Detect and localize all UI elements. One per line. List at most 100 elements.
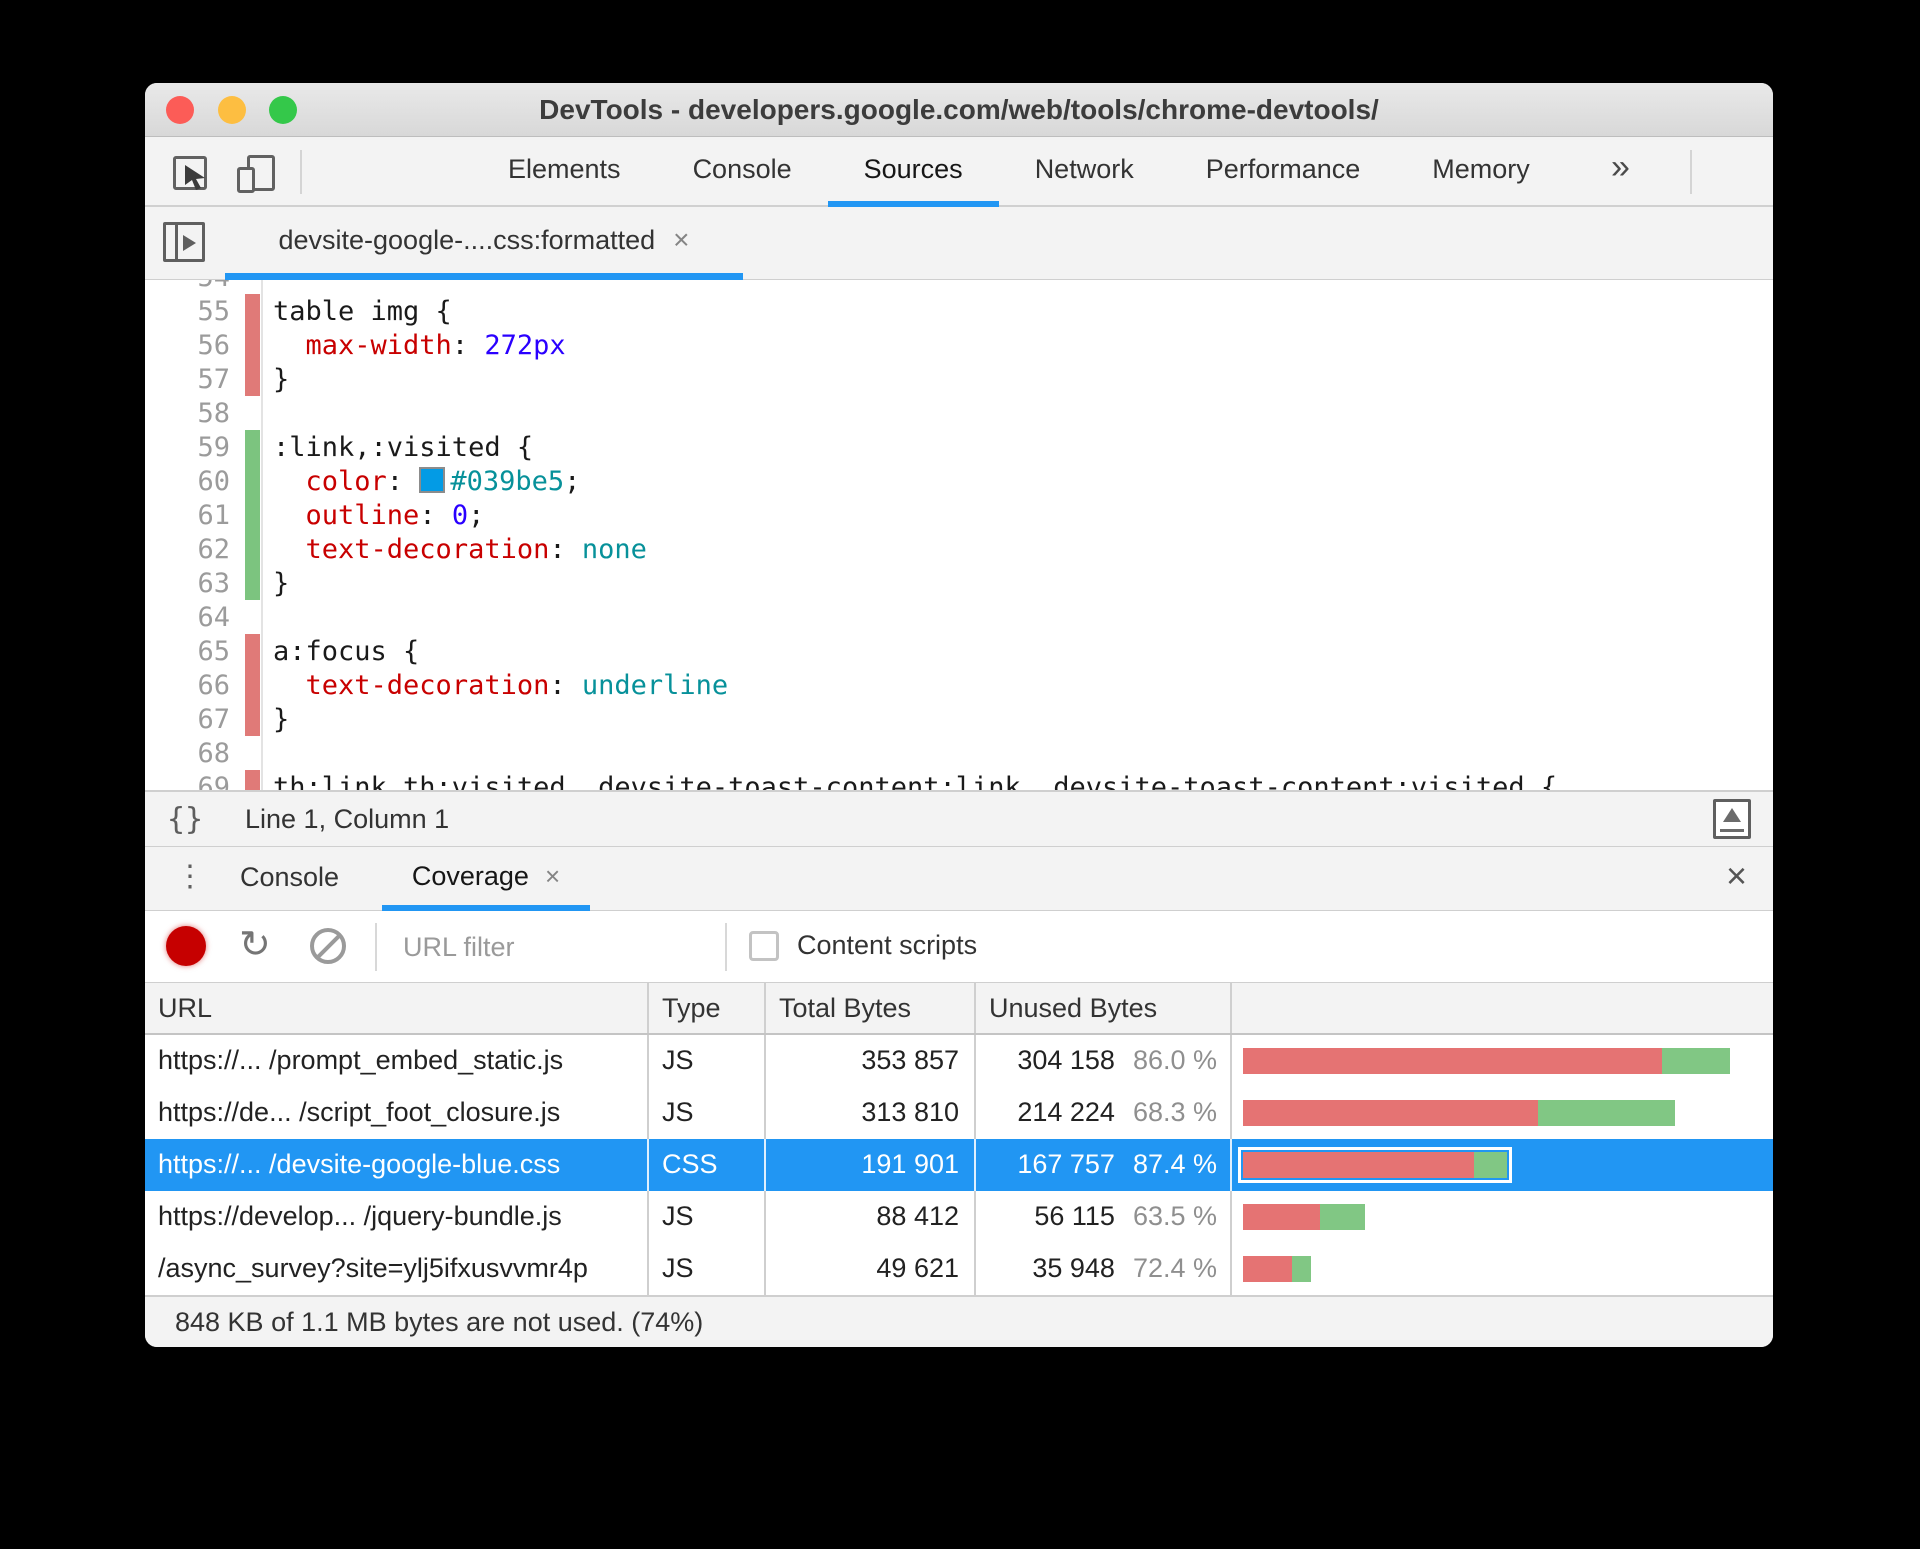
unused-bytes-cell: 304 158 86.0 %	[976, 1035, 1232, 1087]
drawer-menu-icon[interactable]: ⋮	[175, 847, 205, 907]
show-navigator-icon[interactable]	[163, 222, 205, 262]
column-header-type[interactable]: Type	[649, 983, 766, 1033]
coverage-marker-green	[245, 430, 260, 464]
coverage-marker-red	[245, 362, 260, 396]
source-editor[interactable]: 5455table img {56 max-width: 272px57}585…	[145, 280, 1773, 790]
unused-percent-value: 87.4 %	[1132, 1149, 1217, 1179]
tab-console[interactable]: Console	[657, 137, 828, 207]
drawer-close-icon[interactable]: ×	[1726, 847, 1747, 907]
code-line-68[interactable]: 68	[145, 736, 1773, 770]
toolbar-separator	[725, 923, 727, 971]
unused-bar-segment	[1243, 1100, 1538, 1126]
code-text: }	[273, 703, 290, 735]
file-tab-css-formatted[interactable]: devsite-google-....css:formatted ×	[225, 207, 743, 280]
color-swatch-icon[interactable]	[419, 466, 446, 493]
tab-sources[interactable]: Sources	[827, 137, 999, 207]
code-text: color: #039be5;	[305, 465, 581, 497]
used-bar-segment	[1320, 1204, 1365, 1230]
line-number: 55	[197, 295, 230, 327]
title-bar[interactable]: DevTools - developers.google.com/web/too…	[145, 83, 1773, 137]
content-scripts-checkbox[interactable]	[749, 931, 779, 961]
coverage-marker-none	[245, 600, 260, 634]
line-number: 66	[197, 669, 230, 701]
navigator-pane-shape	[175, 225, 178, 259]
url-cell: https://develop... /jquery-bundle.js	[145, 1191, 649, 1243]
url-cell: https://de... /script_foot_closure.js	[145, 1087, 649, 1139]
coverage-bar-cell	[1232, 1191, 1773, 1243]
code-text: }	[273, 567, 290, 599]
code-line-55[interactable]: 55 table img {	[145, 294, 1773, 328]
line-number: 57	[197, 363, 230, 395]
tab-network[interactable]: Network	[999, 137, 1170, 207]
column-header-unused-bytes[interactable]: Unused Bytes	[976, 983, 1232, 1033]
code-line-62[interactable]: 62 text-decoration: none	[145, 532, 1773, 566]
line-number: 64	[197, 601, 230, 633]
desktop-background: DevTools - developers.google.com/web/too…	[0, 0, 1920, 1549]
code-line-64[interactable]: 64	[145, 600, 1773, 634]
content-scripts-label: Content scripts	[797, 930, 978, 960]
coverage-marker-red	[245, 668, 260, 702]
column-header-url[interactable]: URL	[145, 983, 649, 1033]
editor-status-bar: {} Line 1, Column 1	[145, 790, 1773, 847]
coverage-toolbar: ↻ Content scripts	[145, 911, 1773, 983]
url-filter-input[interactable]	[403, 923, 703, 971]
code-line-61[interactable]: 61 outline: 0;	[145, 498, 1773, 532]
column-header-total-bytes[interactable]: Total Bytes	[766, 983, 976, 1033]
tab-elements[interactable]: Elements	[472, 137, 657, 207]
inspect-element-icon[interactable]	[171, 152, 213, 194]
unused-bytes-cell: 167 757 87.4 %	[976, 1139, 1232, 1191]
drawer-tab-coverage[interactable]: Coverage ×	[382, 847, 590, 911]
code-line-57[interactable]: 57}	[145, 362, 1773, 396]
toolbar-separator	[300, 150, 302, 194]
code-line-54[interactable]: 54	[145, 280, 1773, 294]
type-cell: JS	[649, 1191, 766, 1243]
coverage-bar-cell	[1232, 1035, 1773, 1087]
code-line-63[interactable]: 63}	[145, 566, 1773, 600]
code-lines: 5455table img {56 max-width: 272px57}585…	[145, 280, 1773, 790]
table-row[interactable]: https://develop... /jquery-bundle.js JS 88…	[145, 1191, 1773, 1243]
code-line-59[interactable]: 59:link,:visited {	[145, 430, 1773, 464]
code-line-60[interactable]: 60 color: #039be5;	[145, 464, 1773, 498]
more-panels-icon[interactable]: »	[1611, 137, 1630, 201]
tab-memory[interactable]: Memory	[1396, 137, 1566, 207]
coverage-bar	[1237, 1147, 1513, 1183]
used-bar-segment	[1473, 1152, 1508, 1178]
record-coverage-button[interactable]	[166, 926, 206, 966]
code-line-67[interactable]: 67}	[145, 702, 1773, 736]
coverage-tab-close-icon[interactable]: ×	[545, 861, 560, 892]
tab-performance[interactable]: Performance	[1170, 137, 1397, 207]
device-toolbar-icon[interactable]	[235, 152, 277, 194]
pretty-print-icon[interactable]: {}	[167, 792, 203, 847]
code-line-58[interactable]: 58	[145, 396, 1773, 430]
panel-toggle-icon[interactable]	[1713, 799, 1751, 839]
used-bar-segment	[1538, 1100, 1675, 1126]
table-row[interactable]: https://... /prompt_embed_static.js JS 353…	[145, 1035, 1773, 1087]
unused-percent-value: 72.4 %	[1132, 1253, 1217, 1283]
code-line-66[interactable]: 66 text-decoration: underline	[145, 668, 1773, 702]
coverage-bar-cell	[1232, 1139, 1773, 1191]
table-row[interactable]: /async_survey?site=ylj5ifxusvvmr4p JS 49 6…	[145, 1243, 1773, 1295]
drawer-tab-console[interactable]: Console	[240, 847, 339, 910]
reload-icon[interactable]: ↻	[239, 911, 271, 981]
table-row[interactable]: https://de... /script_foot_closure.js JS 3…	[145, 1087, 1773, 1139]
unused-bytes-cell: 56 115 63.5 %	[976, 1191, 1232, 1243]
panel-tabs: Elements Console Sources Network Performance…	[472, 137, 1566, 207]
line-number: 56	[197, 329, 230, 361]
cursor-position-text: Line 1, Column 1	[245, 804, 450, 834]
unused-bytes-value: 167 757	[1017, 1149, 1115, 1179]
total-bytes-cell: 191 901	[766, 1139, 976, 1191]
unused-percent-value: 63.5 %	[1132, 1201, 1217, 1231]
code-line-65[interactable]: 65 a:focus {	[145, 634, 1773, 668]
code-text: text-decoration: none	[305, 533, 647, 565]
toolbar-separator	[375, 923, 377, 971]
type-cell: JS	[649, 1243, 766, 1295]
file-tab-close-icon[interactable]: ×	[673, 224, 689, 256]
coverage-table-header: URL Type Total Bytes Unused Bytes	[145, 983, 1773, 1035]
coverage-marker-green	[245, 464, 260, 498]
code-line-56[interactable]: 56 max-width: 272px	[145, 328, 1773, 362]
table-row[interactable]: https://... /devsite-google-blue.css CSS 1…	[145, 1139, 1773, 1191]
code-line-69[interactable]: 69 th:link,th:visited,.devsite-toast-cont…	[145, 770, 1773, 790]
type-cell: JS	[649, 1087, 766, 1139]
main-toolbar: Elements Console Sources Network Performance…	[145, 137, 1773, 207]
clear-icon[interactable]	[310, 928, 346, 964]
